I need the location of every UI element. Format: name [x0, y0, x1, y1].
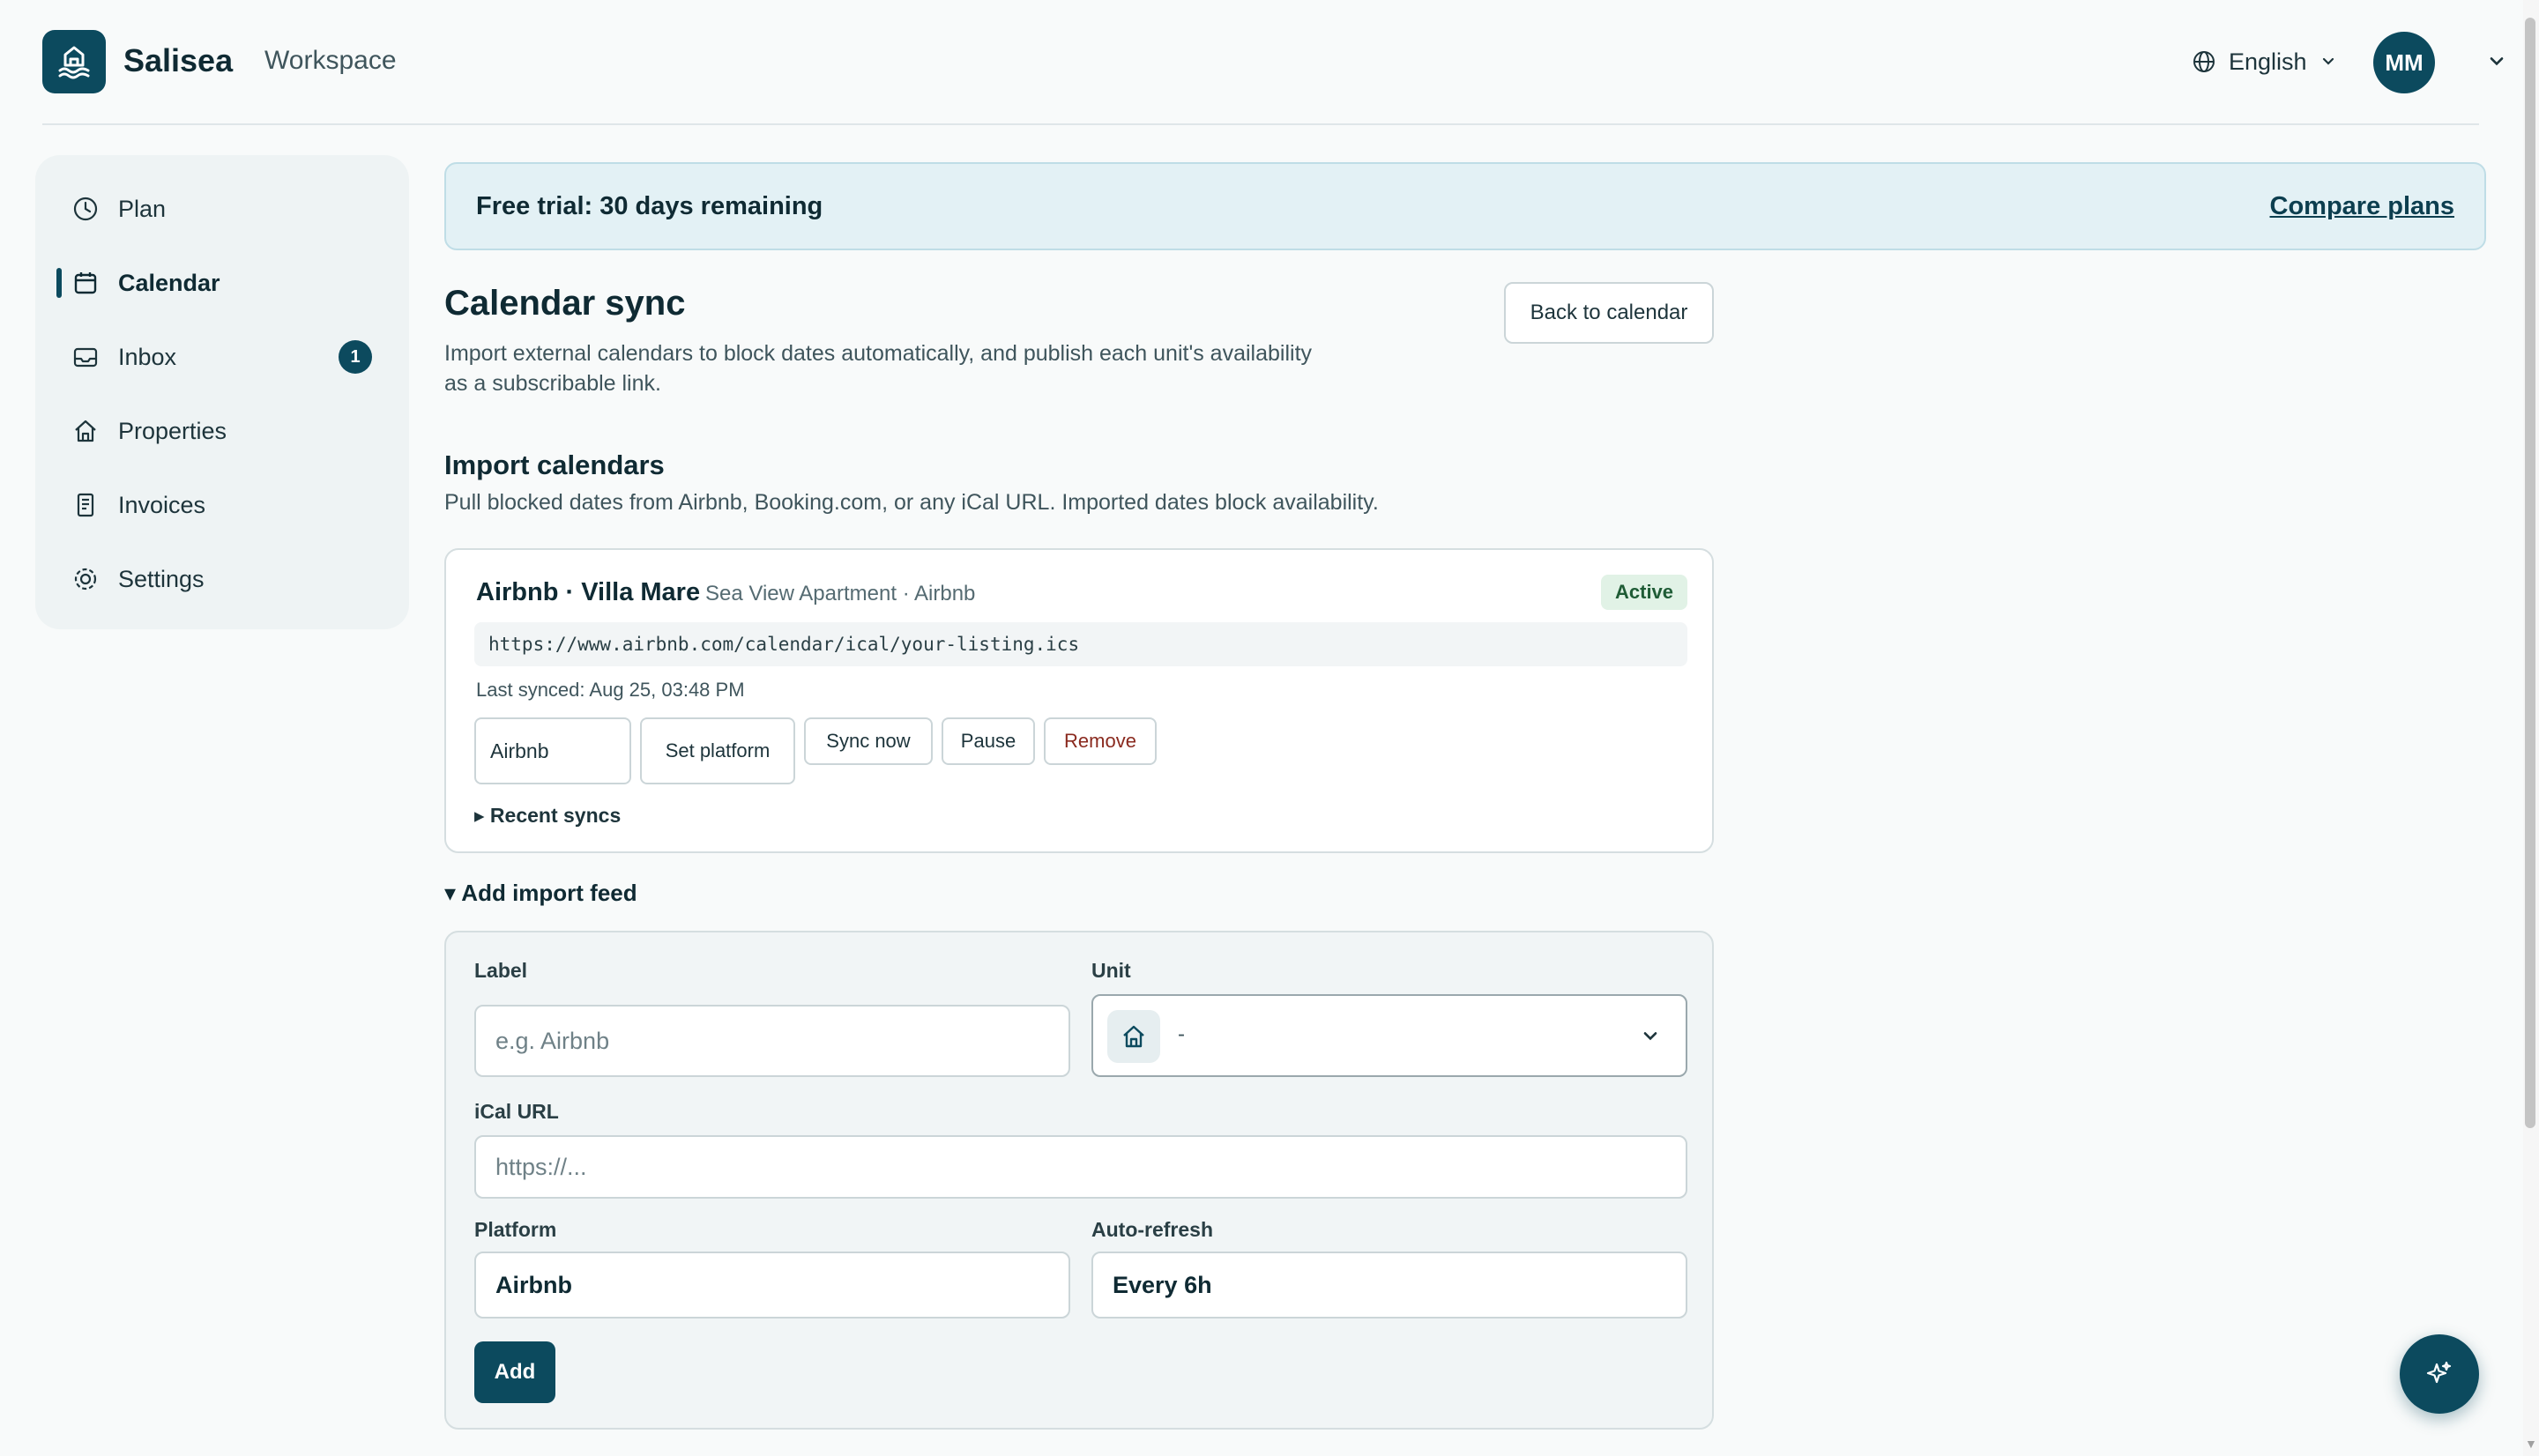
language-selector[interactable]: English — [2192, 44, 2337, 79]
active-indicator — [56, 268, 62, 298]
page-description: Import external calendars to block dates… — [444, 341, 1313, 396]
sidebar: Plan Calendar Inbox 1 Properties Invoice… — [35, 155, 409, 629]
ical-url-field-label: iCal URL — [474, 1100, 559, 1123]
sparkle-icon — [2426, 1361, 2452, 1384]
chevron-down-icon — [2322, 57, 2334, 65]
globe-icon — [2193, 51, 2215, 72]
sidebar-item-inbox[interactable]: Inbox 1 — [35, 326, 409, 388]
assistant-button[interactable] — [2400, 1334, 2479, 1414]
language-label: English — [2229, 48, 2307, 75]
scroll-down-arrow-icon[interactable]: ▼ — [2525, 1437, 2537, 1451]
feed-subtitle: Sea View Apartment · Airbnb — [705, 582, 976, 605]
import-section-description: Pull blocked dates from Airbnb, Booking.… — [444, 490, 1379, 515]
label-input[interactable] — [474, 1005, 1070, 1077]
inbox-icon — [71, 342, 101, 372]
workspace-label: Workspace — [264, 46, 397, 75]
sidebar-item-invoices[interactable]: Invoices — [35, 474, 409, 536]
feed-name: Airbnb · Villa Mare — [476, 578, 701, 606]
add-import-feed-toggle[interactable]: ▾ Add import feed — [444, 880, 637, 907]
receipt-icon — [71, 490, 101, 520]
auto-refresh-input[interactable] — [1091, 1252, 1687, 1319]
clock-icon — [71, 194, 101, 224]
remove-button[interactable]: Remove — [1044, 717, 1157, 765]
last-synced-text: Last synced: Aug 25, 03:48 PM — [476, 679, 745, 701]
trial-banner: Free trial: 30 days remaining Compare pl… — [444, 162, 2486, 250]
back-to-calendar-button[interactable]: Back to calendar — [1504, 282, 1714, 344]
user-avatar[interactable]: MM — [2373, 32, 2435, 93]
sidebar-item-label: Settings — [118, 565, 205, 592]
gear-icon — [71, 564, 101, 594]
set-platform-button[interactable]: Set platform — [640, 717, 795, 784]
import-feed-card: Airbnb · Villa Mare Sea View Apartment ·… — [444, 548, 1714, 853]
unread-badge: 1 — [339, 340, 372, 374]
sidebar-item-label: Properties — [118, 417, 227, 444]
unit-select[interactable]: - — [1091, 994, 1687, 1077]
unit-value: - — [1178, 1022, 1185, 1046]
recent-syncs-toggle[interactable]: ▸ Recent syncs — [474, 804, 621, 828]
home-icon — [71, 416, 101, 446]
scrollbar-thumb[interactable] — [2525, 18, 2535, 1128]
brand-name: Salisea — [123, 42, 234, 78]
page-title: Calendar sync — [444, 284, 686, 323]
home-icon — [1107, 1010, 1160, 1063]
label-field-label: Label — [474, 959, 528, 982]
pause-button[interactable]: Pause — [942, 717, 1035, 765]
sidebar-item-properties[interactable]: Properties — [35, 400, 409, 462]
boat-house-icon — [58, 46, 90, 79]
platform-input[interactable] — [474, 717, 631, 784]
trial-text: Free trial: 30 days remaining — [476, 192, 823, 220]
salisea-logo[interactable] — [42, 30, 106, 93]
sidebar-item-label: Inbox — [118, 343, 177, 370]
unit-field-label: Unit — [1091, 959, 1131, 982]
calendar-icon — [71, 268, 101, 298]
ical-url-input[interactable] — [474, 1135, 1687, 1199]
sidebar-item-plan[interactable]: Plan — [35, 178, 409, 240]
sync-now-button[interactable]: Sync now — [804, 717, 933, 765]
add-feed-form: Label Unit - iCal URL Platform Auto-refr… — [444, 931, 1714, 1430]
feed-url: https://www.airbnb.com/calendar/ical/you… — [474, 622, 1687, 666]
platform-field-label: Platform — [474, 1218, 557, 1241]
import-section-title: Import calendars — [444, 449, 665, 480]
top-header: Salisea Workspace English MM — [42, 0, 2504, 125]
compare-plans-link[interactable]: Compare plans — [2270, 192, 2455, 221]
sidebar-item-label: Calendar — [118, 269, 220, 296]
sidebar-item-calendar[interactable]: Calendar — [35, 252, 409, 314]
sidebar-item-label: Plan — [118, 195, 167, 222]
status-badge: Active — [1601, 575, 1688, 610]
platform-input[interactable] — [474, 1252, 1070, 1319]
sidebar-item-settings[interactable]: Settings — [35, 548, 409, 610]
add-feed-button[interactable]: Add — [474, 1341, 555, 1403]
auto-refresh-field-label: Auto-refresh — [1091, 1218, 1214, 1241]
sidebar-item-label: Invoices — [118, 491, 206, 518]
chevron-down-icon[interactable] — [2486, 51, 2507, 72]
chevron-down-icon — [1643, 1032, 1657, 1041]
